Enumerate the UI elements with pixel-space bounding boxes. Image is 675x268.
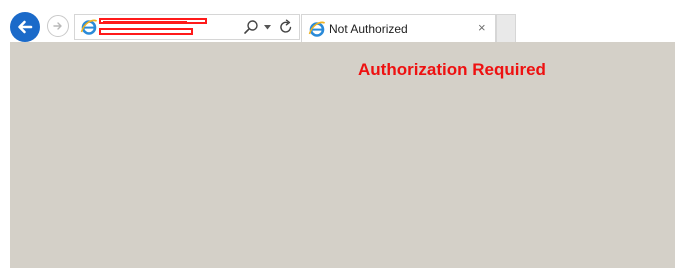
forward-arrow-icon [53, 22, 62, 30]
close-icon[interactable]: × [478, 21, 486, 35]
page-title: Authorization Required [358, 60, 546, 79]
url-redaction-mark [99, 28, 193, 35]
browser-toolbar: Not Authorized × [0, 0, 675, 42]
address-bar[interactable] [74, 14, 300, 40]
url-redaction-mark [99, 18, 207, 24]
back-arrow-icon [18, 20, 33, 34]
ie-logo-icon [308, 21, 326, 37]
refresh-icon[interactable] [278, 19, 294, 35]
browser-window: Not Authorized × Authorization Required [0, 0, 675, 268]
chevron-down-icon[interactable] [264, 25, 271, 30]
ie-logo-icon [80, 19, 98, 35]
tab-title: Not Authorized [329, 22, 408, 36]
search-icon[interactable] [243, 19, 259, 35]
new-tab-button[interactable] [496, 14, 516, 42]
back-button[interactable] [10, 12, 40, 42]
tab-not-authorized[interactable]: Not Authorized × [301, 14, 496, 42]
page-content: Authorization Required [10, 42, 675, 268]
forward-button[interactable] [47, 15, 69, 37]
